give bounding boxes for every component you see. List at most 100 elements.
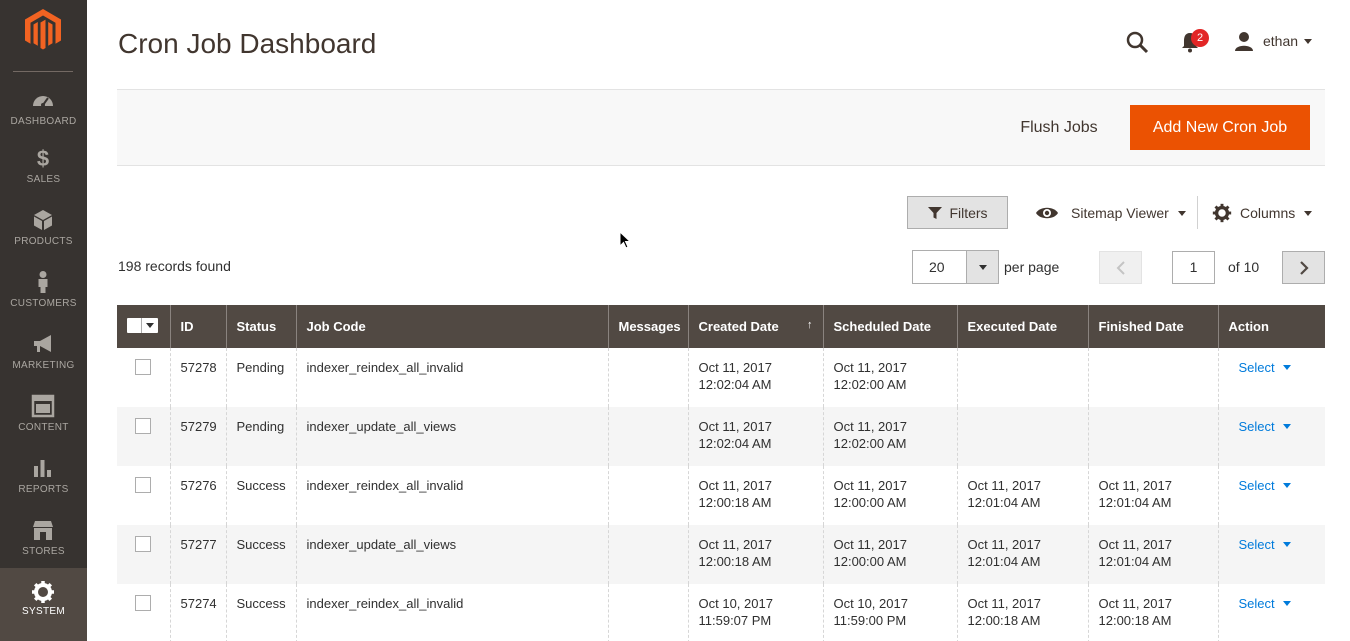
sidebar-item-marketing[interactable]: MARKETING — [0, 332, 87, 394]
row-action-select[interactable]: Select — [1239, 418, 1291, 435]
column-header-id[interactable]: ID — [169, 305, 226, 348]
date-text: Oct 11, 2017 — [698, 537, 772, 552]
row-action-select[interactable]: Select — [1239, 595, 1291, 612]
cell-job-code: indexer_update_all_views — [295, 407, 608, 466]
chevron-down-icon — [1282, 365, 1291, 370]
column-header-scheduled-date[interactable]: Scheduled Date — [822, 305, 957, 348]
date-text: Oct 11, 2017 — [967, 537, 1041, 552]
sidebar-item-products[interactable]: PRODUCTS — [0, 208, 87, 270]
user-name: ethan — [1263, 33, 1299, 49]
sidebar-item-content[interactable]: CONTENT — [0, 394, 87, 456]
filters-button[interactable]: Filters — [907, 196, 1008, 229]
filter-icon — [928, 206, 943, 219]
cell-id: 57276 — [169, 466, 226, 525]
sidebar-item-label: REPORTS — [18, 484, 69, 495]
column-header-label: Created Date — [698, 319, 779, 334]
time-text: 12:01:04 AM — [967, 554, 1041, 569]
column-header-executed-date[interactable]: Executed Date — [956, 305, 1088, 348]
sidebar-item-reports[interactable]: REPORTS — [0, 456, 87, 518]
cell-finished-date: Oct 11, 2017 12:01:04 AM — [1087, 466, 1218, 525]
cell-finished-date: Oct 11, 2017 12:01:04 AM — [1087, 525, 1218, 584]
user-menu[interactable]: ethan — [1234, 30, 1313, 52]
column-header-job-code[interactable]: Job Code — [295, 305, 608, 348]
chevron-down-icon — [1177, 210, 1186, 216]
row-checkbox[interactable] — [135, 595, 151, 611]
time-text: 12:01:04 AM — [1098, 495, 1172, 510]
next-page-button[interactable] — [1282, 251, 1325, 284]
cell-created-date: Oct 11, 2017 12:02:04 AM — [687, 407, 823, 466]
sidebar-item-dashboard[interactable]: DASHBOARD — [0, 88, 87, 150]
row-checkbox[interactable] — [135, 477, 151, 493]
cell-scheduled-date: Oct 11, 2017 12:02:00 AM — [822, 407, 957, 466]
time-text: 11:59:07 PM — [698, 613, 772, 628]
table-row: 57276 Success indexer_reindex_all_invali… — [117, 466, 1325, 525]
date-text: Oct 11, 2017 — [833, 478, 907, 493]
filters-label: Filters — [949, 204, 988, 221]
cell-status: Pending — [225, 348, 296, 407]
notification-badge[interactable]: 2 — [1191, 29, 1209, 47]
chevron-down-icon — [1304, 38, 1313, 44]
sidebar-item-label: DASHBOARD — [10, 116, 77, 127]
cell-job-code: indexer_reindex_all_invalid — [295, 348, 608, 407]
view-selector-label: Sitemap Viewer — [1071, 205, 1169, 221]
time-text: 12:00:18 AM — [967, 613, 1041, 628]
row-checkbox[interactable] — [135, 536, 151, 552]
date-text: Oct 11, 2017 — [698, 419, 772, 434]
column-header-status[interactable]: Status — [225, 305, 296, 348]
table-row: 57277 Success indexer_update_all_views O… — [117, 525, 1325, 584]
dashboard-icon — [33, 96, 53, 107]
chevron-down-icon — [1282, 542, 1291, 547]
row-checkbox[interactable] — [135, 418, 151, 434]
chevron-down-icon — [1282, 483, 1291, 488]
per-page-label: per page — [1004, 259, 1060, 275]
eye-icon — [1036, 207, 1058, 219]
row-select-cell — [117, 348, 170, 407]
sidebar-item-label: STORES — [22, 546, 65, 557]
mouse-cursor-icon — [619, 231, 631, 249]
time-text: 12:00:00 AM — [833, 554, 907, 569]
page-total-label: of 10 — [1228, 259, 1260, 275]
column-header-finished-date[interactable]: Finished Date — [1087, 305, 1218, 348]
date-text: Oct 11, 2017 — [967, 596, 1041, 611]
sidebar-item-customers[interactable]: CUSTOMERS — [0, 270, 87, 332]
page-number-input[interactable]: 1 — [1172, 251, 1215, 284]
select-label: Select — [1238, 596, 1275, 611]
date-text: Oct 11, 2017 — [1098, 537, 1172, 552]
cell-messages — [607, 407, 688, 466]
column-header-messages[interactable]: Messages — [607, 305, 688, 348]
sidebar-divider — [13, 71, 73, 72]
row-action-select[interactable]: Select — [1239, 477, 1291, 494]
mass-select-checkbox[interactable] — [127, 317, 158, 333]
per-page-value[interactable]: 20 — [912, 250, 967, 284]
search-icon[interactable] — [1125, 30, 1149, 54]
cell-executed-date — [956, 348, 1088, 407]
columns-button[interactable]: Columns — [1212, 202, 1313, 224]
add-new-cron-job-button[interactable]: Add New Cron Job — [1130, 105, 1310, 150]
previous-page-button[interactable] — [1099, 251, 1142, 284]
layout-icon — [31, 394, 55, 418]
cell-created-date: Oct 11, 2017 12:00:18 AM — [687, 466, 823, 525]
row-action-select[interactable]: Select — [1239, 536, 1291, 553]
select-label: Select — [1238, 478, 1275, 493]
gear-icon — [32, 581, 54, 603]
flush-jobs-button[interactable]: Flush Jobs — [1003, 105, 1115, 150]
sidebar-item-system[interactable]: SYSTEM — [0, 568, 87, 641]
row-select-cell — [117, 466, 170, 525]
row-checkbox[interactable] — [135, 359, 151, 375]
sidebar-item-sales[interactable]: $ SALES — [0, 146, 87, 208]
date-text: Oct 11, 2017 — [1098, 596, 1172, 611]
row-action-select[interactable]: Select — [1239, 359, 1291, 376]
view-selector[interactable]: Sitemap Viewer — [1035, 202, 1186, 224]
per-page-dropdown-button[interactable] — [966, 250, 999, 284]
time-text: 12:02:00 AM — [833, 436, 907, 451]
time-text: 12:01:04 AM — [967, 495, 1041, 510]
cell-id: 57274 — [169, 584, 226, 641]
date-text: Oct 10, 2017 — [698, 596, 773, 611]
sidebar-item-label: MARKETING — [12, 360, 75, 371]
column-header-created-date[interactable]: Created Date ↑ — [687, 305, 823, 348]
time-text: 12:02:00 AM — [833, 377, 907, 392]
magento-logo-icon[interactable] — [24, 8, 62, 52]
sidebar-item-label: PRODUCTS — [14, 236, 73, 247]
cell-job-code: indexer_update_all_views — [295, 525, 608, 584]
cube-icon — [34, 210, 52, 230]
